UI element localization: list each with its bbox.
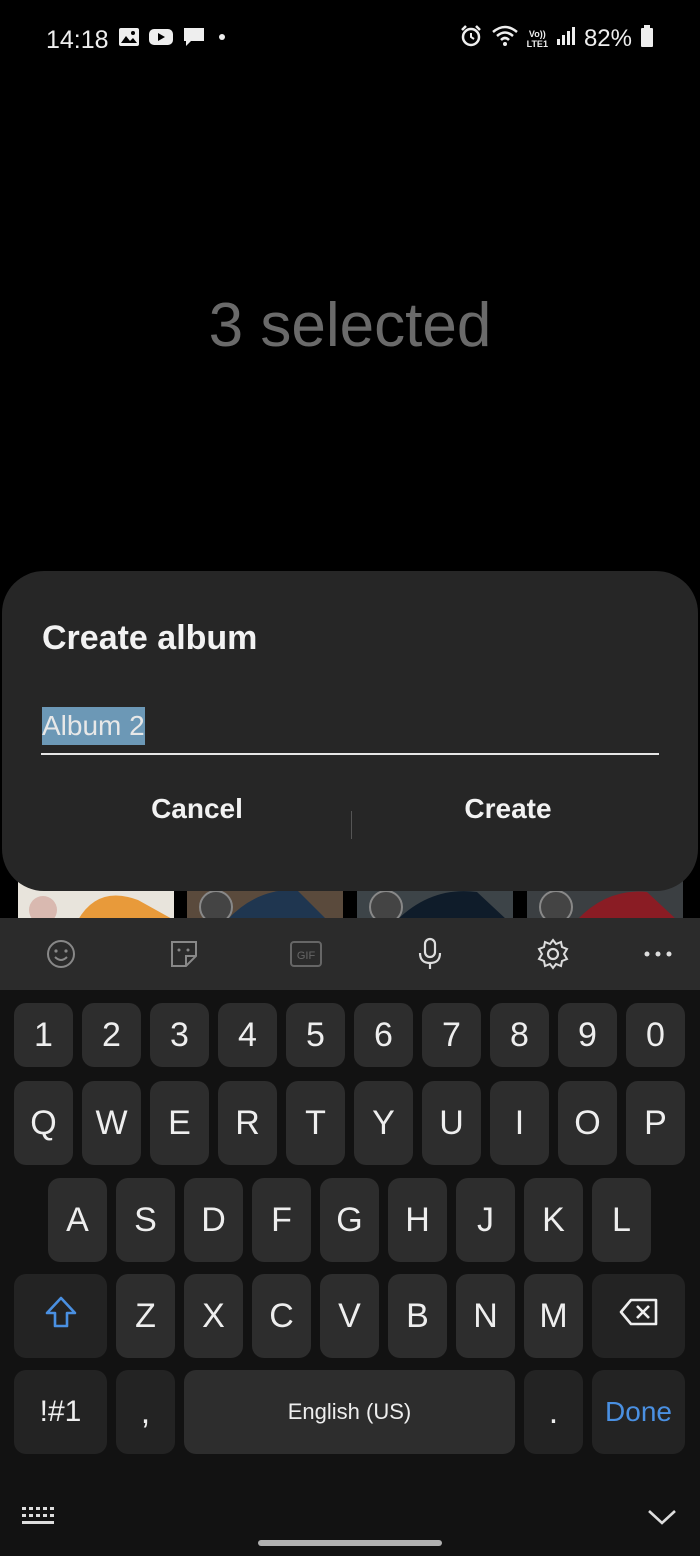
key-j[interactable]: J [456, 1178, 515, 1262]
checkbox-icon[interactable] [369, 890, 403, 920]
key-7[interactable]: 7 [422, 1003, 481, 1067]
keyboard: 1 2 3 4 5 6 7 8 9 0 Q W E R T Y U I O P … [0, 990, 700, 1556]
key-w[interactable]: W [82, 1081, 141, 1165]
key-f[interactable]: F [252, 1178, 311, 1262]
key-t[interactable]: T [286, 1081, 345, 1165]
key-b[interactable]: B [388, 1274, 447, 1358]
key-l[interactable]: L [592, 1178, 651, 1262]
youtube-icon [148, 27, 174, 52]
cancel-button[interactable]: Cancel [47, 793, 347, 825]
symbols-key[interactable]: !#1 [14, 1370, 107, 1454]
key-q[interactable]: Q [14, 1081, 73, 1165]
key-m[interactable]: M [524, 1274, 583, 1358]
emoji-icon[interactable] [43, 936, 79, 972]
lte-indicator: Vo)) LTE1 [527, 29, 548, 49]
album-name-value[interactable]: Album 2 [42, 707, 145, 745]
key-4[interactable]: 4 [218, 1003, 277, 1067]
keyboard-switch-icon[interactable] [20, 1504, 56, 1533]
key-z[interactable]: Z [116, 1274, 175, 1358]
key-v[interactable]: V [320, 1274, 379, 1358]
key-h[interactable]: H [388, 1178, 447, 1262]
create-album-dialog: Create album Album 2 Cancel Create [2, 571, 698, 891]
settings-icon[interactable] [535, 936, 571, 972]
key-5[interactable]: 5 [286, 1003, 345, 1067]
key-d[interactable]: D [184, 1178, 243, 1262]
key-6[interactable]: 6 [354, 1003, 413, 1067]
key-k[interactable]: K [524, 1178, 583, 1262]
status-bar: 14:18 Vo)) LTE1 82% [0, 0, 700, 80]
navigation-bar [0, 1490, 700, 1556]
shift-icon [43, 1294, 79, 1339]
key-8[interactable]: 8 [490, 1003, 549, 1067]
comma-key[interactable]: , [116, 1370, 175, 1454]
key-9[interactable]: 9 [558, 1003, 617, 1067]
volte-label: Vo)) [528, 28, 546, 39]
key-0[interactable]: 0 [626, 1003, 685, 1067]
key-s[interactable]: S [116, 1178, 175, 1262]
sticker-icon[interactable] [166, 936, 202, 972]
selection-count: 3 selected [208, 291, 492, 360]
key-x[interactable]: X [184, 1274, 243, 1358]
key-u[interactable]: U [422, 1081, 481, 1165]
wifi-icon [491, 24, 519, 53]
shift-key[interactable] [14, 1274, 107, 1358]
key-y[interactable]: Y [354, 1081, 413, 1165]
album-name-input[interactable]: Album 2 [41, 701, 659, 755]
status-time: 14:18 [46, 26, 109, 54]
notification-icons [118, 26, 230, 53]
backspace-key[interactable] [592, 1274, 685, 1358]
alarm-icon [459, 24, 483, 53]
status-right: Vo)) LTE1 82% [459, 24, 654, 53]
key-c[interactable]: C [252, 1274, 311, 1358]
dot-icon [214, 27, 230, 52]
done-key[interactable]: Done [592, 1370, 685, 1454]
button-divider [351, 811, 352, 839]
checkbox-icon[interactable] [539, 890, 573, 920]
backspace-icon [618, 1297, 660, 1336]
space-key[interactable]: English (US) [184, 1370, 515, 1454]
battery-percent: 82% [583, 24, 632, 52]
key-o[interactable]: O [558, 1081, 617, 1165]
key-e[interactable]: E [150, 1081, 209, 1165]
microphone-icon[interactable] [412, 936, 448, 972]
gallery-icon [118, 27, 140, 52]
gif-label: GIF [297, 950, 316, 962]
key-i[interactable]: I [490, 1081, 549, 1165]
more-icon[interactable] [640, 936, 676, 972]
keyboard-toolbar: GIF [0, 918, 700, 990]
battery-icon [640, 24, 654, 53]
home-indicator[interactable] [258, 1540, 442, 1546]
signal-icon [556, 25, 576, 52]
key-1[interactable]: 1 [14, 1003, 73, 1067]
gif-icon[interactable]: GIF [288, 936, 324, 972]
hide-keyboard-icon[interactable] [646, 1504, 678, 1533]
key-r[interactable]: R [218, 1081, 277, 1165]
key-n[interactable]: N [456, 1274, 515, 1358]
key-3[interactable]: 3 [150, 1003, 209, 1067]
key-p[interactable]: P [626, 1081, 685, 1165]
create-button[interactable]: Create [358, 793, 658, 825]
checkbox-icon[interactable] [199, 890, 233, 920]
message-icon [182, 26, 206, 53]
key-g[interactable]: G [320, 1178, 379, 1262]
key-a[interactable]: A [48, 1178, 107, 1262]
period-key[interactable]: . [524, 1370, 583, 1454]
key-2[interactable]: 2 [82, 1003, 141, 1067]
lte-label: LTE1 [526, 38, 548, 49]
dialog-title: Create album [42, 619, 258, 657]
